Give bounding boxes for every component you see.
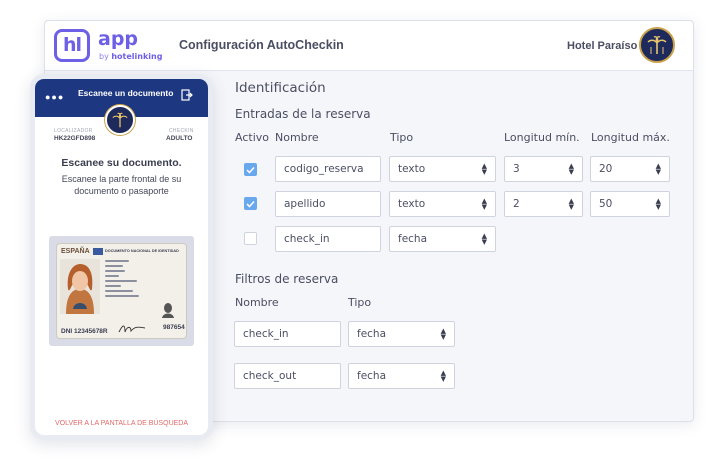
name-input-codigo-reserva[interactable]: codigo_reserva	[275, 156, 381, 182]
filter-col-name: Nombre	[235, 296, 279, 309]
reservation-entries-title: Entradas de la reserva	[235, 107, 371, 121]
active-checkbox-apellido[interactable]	[244, 197, 257, 210]
hotel-logo[interactable]	[639, 27, 675, 63]
id-text-lines	[105, 260, 155, 300]
col-min-length: Longitud mín.	[504, 131, 580, 144]
flag-icon	[93, 248, 103, 255]
hotel-badge	[105, 105, 135, 135]
type-value: fecha	[357, 328, 387, 340]
guest-label: CHECKIN	[169, 128, 194, 134]
type-value: texto	[398, 163, 426, 175]
active-checkbox-codigo-reserva[interactable]	[244, 163, 257, 176]
filter-name-input-check-in[interactable]: check_in	[234, 321, 341, 347]
filters-title: Filtros de reserva	[235, 272, 339, 286]
col-type: Tipo	[390, 131, 414, 144]
document-scan-area[interactable]: ESPAÑA DOCUMENTO NACIONAL DE IDENTIDAD D…	[49, 236, 194, 346]
filter-type-select-check-out[interactable]: fecha ▲ ▼	[348, 363, 455, 389]
back-to-search-link[interactable]: VOLVER A LA PANTALLA DE BÚSQUEDA	[35, 420, 208, 427]
stepper-arrows-icon: ▲ ▼	[655, 162, 661, 176]
hotel-name[interactable]: Hotel Paraíso	[567, 40, 637, 52]
id-support-number: 987654	[163, 324, 185, 331]
locator-label: LOCALIZADOR	[54, 128, 93, 134]
palm-tree-icon	[112, 112, 128, 128]
type-value: fecha	[398, 233, 428, 245]
type-select-check-in[interactable]: fecha ▲ ▼	[389, 226, 496, 252]
col-active: Activo	[235, 131, 269, 144]
col-name: Nombre	[275, 131, 319, 144]
max-length-stepper-apellido[interactable]: 50 ▲ ▼	[590, 191, 670, 217]
filter-type-select-check-in[interactable]: fecha ▲ ▼	[348, 321, 455, 347]
min-length-value: 3	[513, 163, 520, 175]
min-length-stepper-codigo-reserva[interactable]: 3 ▲ ▼	[504, 156, 583, 182]
sort-arrows-icon: ▲ ▼	[481, 197, 487, 211]
stepper-arrows-icon: ▲ ▼	[568, 162, 574, 176]
id-doc-title: DOCUMENTO NACIONAL DE IDENTIDAD	[105, 249, 179, 253]
check-icon	[246, 166, 255, 174]
filter-name-input-check-out[interactable]: check_out	[234, 363, 341, 389]
type-value: fecha	[357, 370, 387, 382]
dots-icon[interactable]: ●●●	[45, 92, 64, 102]
type-select-apellido[interactable]: texto ▲ ▼	[389, 191, 496, 217]
scan-instructions: Escanee la parte frontal de su documento…	[61, 174, 182, 196]
name-input-apellido[interactable]: apellido	[275, 191, 381, 217]
id-number: DNI 12345678R	[61, 328, 108, 335]
sort-arrows-icon: ▲ ▼	[440, 369, 446, 383]
page-title: Configuración AutoCheckin	[179, 38, 344, 52]
type-value: texto	[398, 198, 426, 210]
guest-value: ADULTO	[166, 135, 193, 142]
phone-header-title: Escanee un documento	[78, 88, 174, 98]
sort-arrows-icon: ▲ ▼	[481, 232, 487, 246]
id-card-image: ESPAÑA DOCUMENTO NACIONAL DE IDENTIDAD D…	[56, 243, 187, 339]
small-portrait	[162, 303, 174, 318]
app-logo[interactable]: hl	[54, 29, 90, 62]
max-length-value: 50	[599, 198, 613, 210]
name-input-check-in[interactable]: check_in	[275, 226, 381, 252]
locator-value: HK22GFD898	[54, 135, 96, 142]
scan-heading: Escanee su documento.	[61, 157, 182, 169]
min-length-value: 2	[513, 198, 520, 210]
col-max-length: Longitud máx.	[591, 131, 670, 144]
sort-arrows-icon: ▲ ▼	[481, 162, 487, 176]
logo-app-text: app	[98, 28, 139, 50]
max-length-stepper-codigo-reserva[interactable]: 20 ▲ ▼	[590, 156, 670, 182]
type-select-codigo-reserva[interactable]: texto ▲ ▼	[389, 156, 496, 182]
logo-mark: hl	[62, 34, 82, 56]
portrait-photo	[60, 259, 100, 314]
active-checkbox-check-in[interactable]	[244, 232, 257, 245]
stepper-arrows-icon: ▲ ▼	[568, 197, 574, 211]
app-header: hl app by hotelinking Configuración Auto…	[45, 21, 693, 71]
id-country: ESPAÑA	[61, 248, 90, 255]
check-icon	[246, 200, 255, 208]
signature	[118, 325, 146, 333]
sort-arrows-icon: ▲ ▼	[440, 327, 446, 341]
phone-preview: ●●● Escanee un documento LOCALIZADOR HK2…	[30, 74, 213, 440]
logo-byline: by hotelinking	[99, 52, 163, 61]
identification-title: Identificación	[235, 80, 326, 96]
max-length-value: 20	[599, 163, 613, 175]
filter-col-type: Tipo	[348, 296, 372, 309]
palm-tree-icon	[647, 36, 667, 54]
min-length-stepper-apellido[interactable]: 2 ▲ ▼	[504, 191, 583, 217]
exit-icon[interactable]	[181, 89, 193, 101]
stepper-arrows-icon: ▲ ▼	[655, 197, 661, 211]
